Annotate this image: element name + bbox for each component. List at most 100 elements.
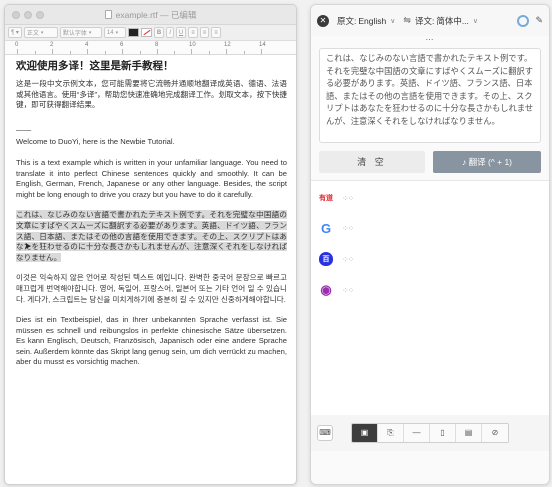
chevron-down-icon: ▾ bbox=[88, 29, 92, 36]
engine-result-other[interactable]: ◉ ⁘⁘ bbox=[319, 282, 354, 297]
clear-button[interactable]: 清 空 bbox=[319, 151, 425, 173]
mode-copy-icon[interactable]: ▣ bbox=[352, 424, 378, 442]
ruler-tick bbox=[226, 49, 227, 54]
mode-button-group: ▣ ⎘ — ▯ ▤ ⊘ bbox=[351, 423, 509, 443]
target-language-label: 译文: bbox=[414, 15, 435, 26]
highlight-color-swatch[interactable] bbox=[140, 28, 152, 37]
ruler-label: 12 bbox=[224, 42, 231, 48]
swap-languages-icon[interactable]: ⇋ bbox=[403, 15, 411, 26]
align-center-button[interactable]: ≡ bbox=[199, 27, 210, 38]
document-icon bbox=[104, 10, 112, 19]
document-heading: 欢迎使用多译！这里是新手教程！ bbox=[16, 60, 174, 72]
ruler-label: 14 bbox=[259, 42, 266, 48]
chevron-down-icon: ▾ bbox=[40, 29, 44, 36]
ruler-label: 2 bbox=[50, 42, 54, 48]
ruler-tick bbox=[87, 49, 88, 54]
mode-clipboard-icon[interactable]: ⎘ bbox=[378, 424, 404, 442]
paragraph-german: Dies ist ein Textbeispiel, das in Ihrer … bbox=[16, 315, 287, 367]
ruler-tick bbox=[244, 51, 245, 54]
font-size-value: 14 bbox=[106, 29, 114, 36]
ruler-tick bbox=[209, 51, 210, 54]
youdao-logo-icon: 有道 bbox=[319, 195, 333, 202]
engine-result-google[interactable]: G ⁘⁘ bbox=[319, 220, 355, 236]
translate-button[interactable]: ♪ 翻译 (^ + 1) bbox=[433, 151, 541, 173]
paragraph-style-menu[interactable]: ¶ ▾ bbox=[8, 27, 22, 38]
paragraph-chinese: 这是一段中文示例文本，您可能需要将它流畅并通顺地翻译成英语、德语、法语或其他语言… bbox=[16, 79, 287, 110]
ruler-label: 6 bbox=[120, 42, 124, 48]
source-language-label: 原文: bbox=[337, 15, 357, 26]
style-select-value: 正文 bbox=[26, 31, 39, 37]
ruler-label: 4 bbox=[85, 42, 89, 48]
ruler-tick bbox=[35, 51, 36, 54]
engine-logo-icon: ◉ bbox=[320, 282, 332, 297]
action-buttons: 清 空 ♪ 翻译 (^ + 1) bbox=[319, 151, 541, 173]
no-color-slash-icon bbox=[143, 29, 151, 36]
window-title-text: example.rtf — 已编辑 bbox=[115, 10, 197, 20]
ruler-tick bbox=[17, 49, 18, 54]
window-title: example.rtf — 已编辑 bbox=[5, 9, 296, 21]
divider-text: —— bbox=[16, 124, 32, 134]
ruler-tick bbox=[140, 51, 141, 54]
paragraph-english: This is a text example which is written … bbox=[16, 157, 287, 199]
font-select[interactable]: 默认字体 ▾ bbox=[59, 27, 102, 38]
chevron-down-icon: ∨ bbox=[472, 17, 479, 25]
ruler-label: 0 bbox=[15, 42, 19, 48]
selected-text: これは、なじみのない言語で書かれたテキスト例です。それを完璧な中国語の文章にすば… bbox=[16, 210, 287, 262]
text-color-swatch[interactable] bbox=[127, 28, 139, 37]
mode-page-icon[interactable]: ▯ bbox=[430, 424, 456, 442]
close-icon[interactable]: ✕ bbox=[317, 14, 329, 27]
ruler-tick bbox=[122, 49, 123, 54]
underline-button[interactable]: U bbox=[175, 27, 187, 38]
ruler-tick bbox=[261, 49, 262, 54]
style-select[interactable]: 正文 ▾ bbox=[23, 27, 58, 38]
editor-titlebar: example.rtf — 已编辑 bbox=[5, 5, 296, 25]
document-body[interactable]: 欢迎使用多译！这里是新手教程！ 这是一段中文示例文本，您可能需要将它流畅并通顺地… bbox=[5, 55, 296, 368]
font-select-value: 默认字体 bbox=[62, 31, 87, 37]
loading-spinner-icon: ⁘⁘ bbox=[342, 193, 354, 203]
ruler-tick bbox=[52, 49, 53, 54]
target-language-select[interactable]: 译文: 简体中... ∨ bbox=[415, 15, 478, 27]
paragraph-japanese-selected[interactable]: これは、なじみのない言語で書かれたテキスト例です。それを完璧な中国語の文章にすば… bbox=[16, 210, 287, 263]
drag-handle[interactable]: ⋯ bbox=[311, 36, 549, 48]
baidu-logo-icon: 百 bbox=[319, 252, 333, 266]
loading-spinner-icon: ⁘⁘ bbox=[342, 285, 354, 295]
ruler-tick bbox=[157, 49, 158, 54]
bottom-toolbar: ⌨ ▣ ⎘ — ▯ ▤ ⊘ bbox=[311, 415, 549, 451]
ruler-tick bbox=[191, 49, 192, 54]
paragraph-korean: 이것은 익숙하지 않은 언어로 작성된 텍스트 예입니다. 완벽한 중국어 문장… bbox=[16, 273, 287, 304]
ruler-tick bbox=[70, 51, 71, 54]
align-left-button[interactable]: ≡ bbox=[188, 27, 198, 38]
translator-window: ✕ 原文: English ∨ ⇋ 译文: 简体中... ∨ ✎ ⋯ これは、な… bbox=[310, 4, 550, 485]
source-text-area[interactable]: これは、なじみのない言語で書かれたテキスト例です。それを完璧な中国語の文章にすば… bbox=[319, 48, 541, 143]
bold-button[interactable]: B bbox=[153, 27, 165, 38]
mouse-cursor-icon: ➤ bbox=[24, 241, 32, 251]
ruler[interactable]: 0 2 4 6 8 10 12 14 bbox=[5, 41, 296, 55]
ruler-label: 8 bbox=[155, 42, 159, 48]
source-language-value: English bbox=[358, 15, 387, 26]
ruler-tick bbox=[105, 51, 106, 54]
mode-dash-icon[interactable]: — bbox=[404, 424, 430, 442]
ruler-tick bbox=[174, 51, 175, 54]
duoyi-logo-icon[interactable] bbox=[517, 14, 530, 27]
engine-result-baidu[interactable]: 百 ⁘⁘ bbox=[319, 252, 354, 266]
editor-window: example.rtf — 已编辑 ¶ ▾ 正文 ▾ 默认字体 ▾ 14 ▾ B I … bbox=[4, 4, 297, 485]
loading-spinner-icon: ⁘⁘ bbox=[342, 223, 354, 233]
chevron-down-icon: ∨ bbox=[390, 17, 396, 25]
target-language-value: 简体中... bbox=[436, 15, 469, 26]
format-toolbar: ¶ ▾ 正文 ▾ 默认字体 ▾ 14 ▾ B I U ≡ ≡ ≡ bbox=[5, 25, 296, 41]
source-language-select[interactable]: 原文: English ∨ bbox=[337, 15, 395, 27]
engine-result-youdao[interactable]: 有道 ⁘⁘ bbox=[319, 191, 354, 205]
welcome-line: Welcome to DuoYi, here is the Newbie Tut… bbox=[16, 137, 175, 147]
ruler-label: 10 bbox=[189, 42, 196, 48]
google-logo-icon: G bbox=[320, 220, 332, 236]
mode-hide-icon[interactable]: ⊘ bbox=[482, 424, 508, 442]
font-size-select[interactable]: 14 ▾ bbox=[103, 27, 126, 38]
translate-mode-icon[interactable]: ⌨ bbox=[317, 425, 333, 441]
loading-spinner-icon: ⁘⁘ bbox=[342, 254, 354, 264]
align-right-button[interactable]: ≡ bbox=[211, 27, 221, 38]
italic-button[interactable]: I bbox=[166, 27, 174, 38]
pin-icon[interactable]: ✎ bbox=[535, 15, 543, 26]
header-actions: ✎ bbox=[517, 14, 543, 27]
translator-header: ✕ 原文: English ∨ ⇋ 译文: 简体中... ∨ ✎ bbox=[311, 5, 549, 36]
mode-document-icon[interactable]: ▤ bbox=[456, 424, 482, 442]
